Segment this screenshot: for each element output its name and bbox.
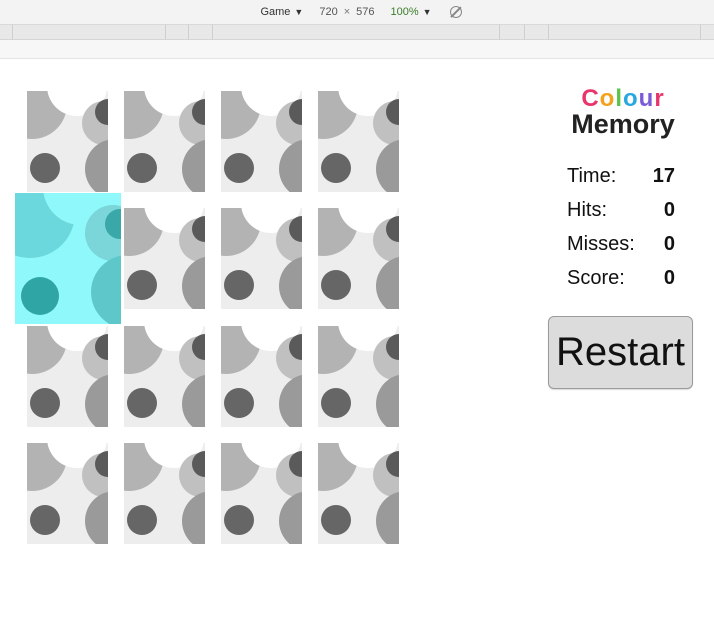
stat-label: Misses:	[567, 233, 635, 255]
stat-value: 17	[652, 165, 675, 187]
card-pattern-circle	[321, 270, 351, 300]
card-pattern-circle	[30, 505, 60, 535]
card-pattern-circle	[224, 505, 254, 535]
card-hidden[interactable]	[27, 443, 108, 544]
card-pattern-circle	[127, 270, 157, 300]
stat-value: 0	[663, 267, 675, 289]
card-pattern-circle	[85, 139, 108, 192]
card-pattern-circle	[321, 153, 351, 183]
stat-row: Hits: 0	[567, 199, 675, 233]
card-hidden[interactable]	[27, 91, 108, 192]
card-hidden[interactable]	[318, 326, 399, 427]
card-pattern-circle	[85, 491, 108, 544]
chevron-down-icon: ▼	[294, 7, 304, 17]
card-pattern-circle	[321, 505, 351, 535]
zoom-label: 100%	[390, 6, 419, 18]
zoom-select[interactable]: 100% ▼	[390, 6, 431, 18]
card-hidden[interactable]	[124, 208, 205, 309]
card-pattern-circle	[376, 139, 399, 192]
card-pattern-circle	[224, 388, 254, 418]
card-pattern-circle	[127, 153, 157, 183]
card-pattern-circle	[376, 256, 399, 309]
card-pattern-circle	[182, 491, 205, 544]
card-hidden[interactable]	[221, 208, 302, 309]
stat-row: Score: 0	[567, 267, 675, 301]
stat-label: Time:	[567, 165, 617, 187]
card-pattern-circle	[224, 153, 254, 183]
logo-memory: Memory	[571, 109, 675, 139]
card-pattern-circle	[224, 270, 254, 300]
card-hidden[interactable]	[318, 208, 399, 309]
card-hidden[interactable]	[318, 443, 399, 544]
stats-panel: Time: 17 Hits: 0 Misses: 0 Score: 0	[567, 165, 675, 301]
device-select[interactable]: Game ▼	[260, 6, 303, 18]
stat-value: 0	[663, 199, 675, 221]
card-hidden[interactable]	[124, 326, 205, 427]
ruler-bar	[0, 40, 714, 59]
card-hidden[interactable]	[221, 443, 302, 544]
card-pattern-circle	[321, 388, 351, 418]
restart-button[interactable]: Restart	[548, 316, 693, 389]
card-hidden[interactable]	[124, 91, 205, 192]
card-pattern-circle	[30, 153, 60, 183]
card-pattern-circle	[91, 255, 121, 324]
card-hidden[interactable]	[124, 443, 205, 544]
card-flipped[interactable]	[15, 193, 121, 324]
viewport-width[interactable]: 720	[319, 6, 337, 18]
viewport-height[interactable]: 576	[356, 6, 374, 18]
card-pattern-circle	[182, 374, 205, 427]
card-pattern-circle	[30, 388, 60, 418]
rotate-icon[interactable]	[449, 6, 462, 18]
card-pattern-circle	[21, 277, 59, 315]
stat-row: Misses: 0	[567, 233, 675, 267]
media-query-ruler	[0, 25, 714, 40]
stat-value: 0	[663, 233, 675, 255]
device-label: Game	[260, 6, 291, 18]
card-pattern-circle	[127, 505, 157, 535]
device-toolbar: Game ▼ 720 × 576 100% ▼	[0, 0, 714, 25]
card-pattern-circle	[279, 491, 302, 544]
chevron-down-icon: ▼	[422, 7, 432, 17]
card-grid	[15, 91, 407, 551]
card-pattern-circle	[127, 388, 157, 418]
card-pattern-circle	[376, 491, 399, 544]
card-pattern-circle	[279, 374, 302, 427]
card-pattern-circle	[279, 139, 302, 192]
card-pattern-circle	[279, 256, 302, 309]
card-hidden[interactable]	[27, 326, 108, 427]
card-pattern-circle	[182, 256, 205, 309]
card-hidden[interactable]	[318, 91, 399, 192]
dimension-separator: ×	[343, 6, 351, 18]
stat-row: Time: 17	[567, 165, 675, 199]
card-hidden[interactable]	[221, 91, 302, 192]
stat-label: Score:	[567, 267, 625, 289]
card-pattern-circle	[85, 374, 108, 427]
game-logo: Colour Memory	[568, 85, 678, 139]
card-hidden[interactable]	[221, 326, 302, 427]
stat-label: Hits:	[567, 199, 607, 221]
card-pattern-circle	[376, 374, 399, 427]
card-pattern-circle	[182, 139, 205, 192]
